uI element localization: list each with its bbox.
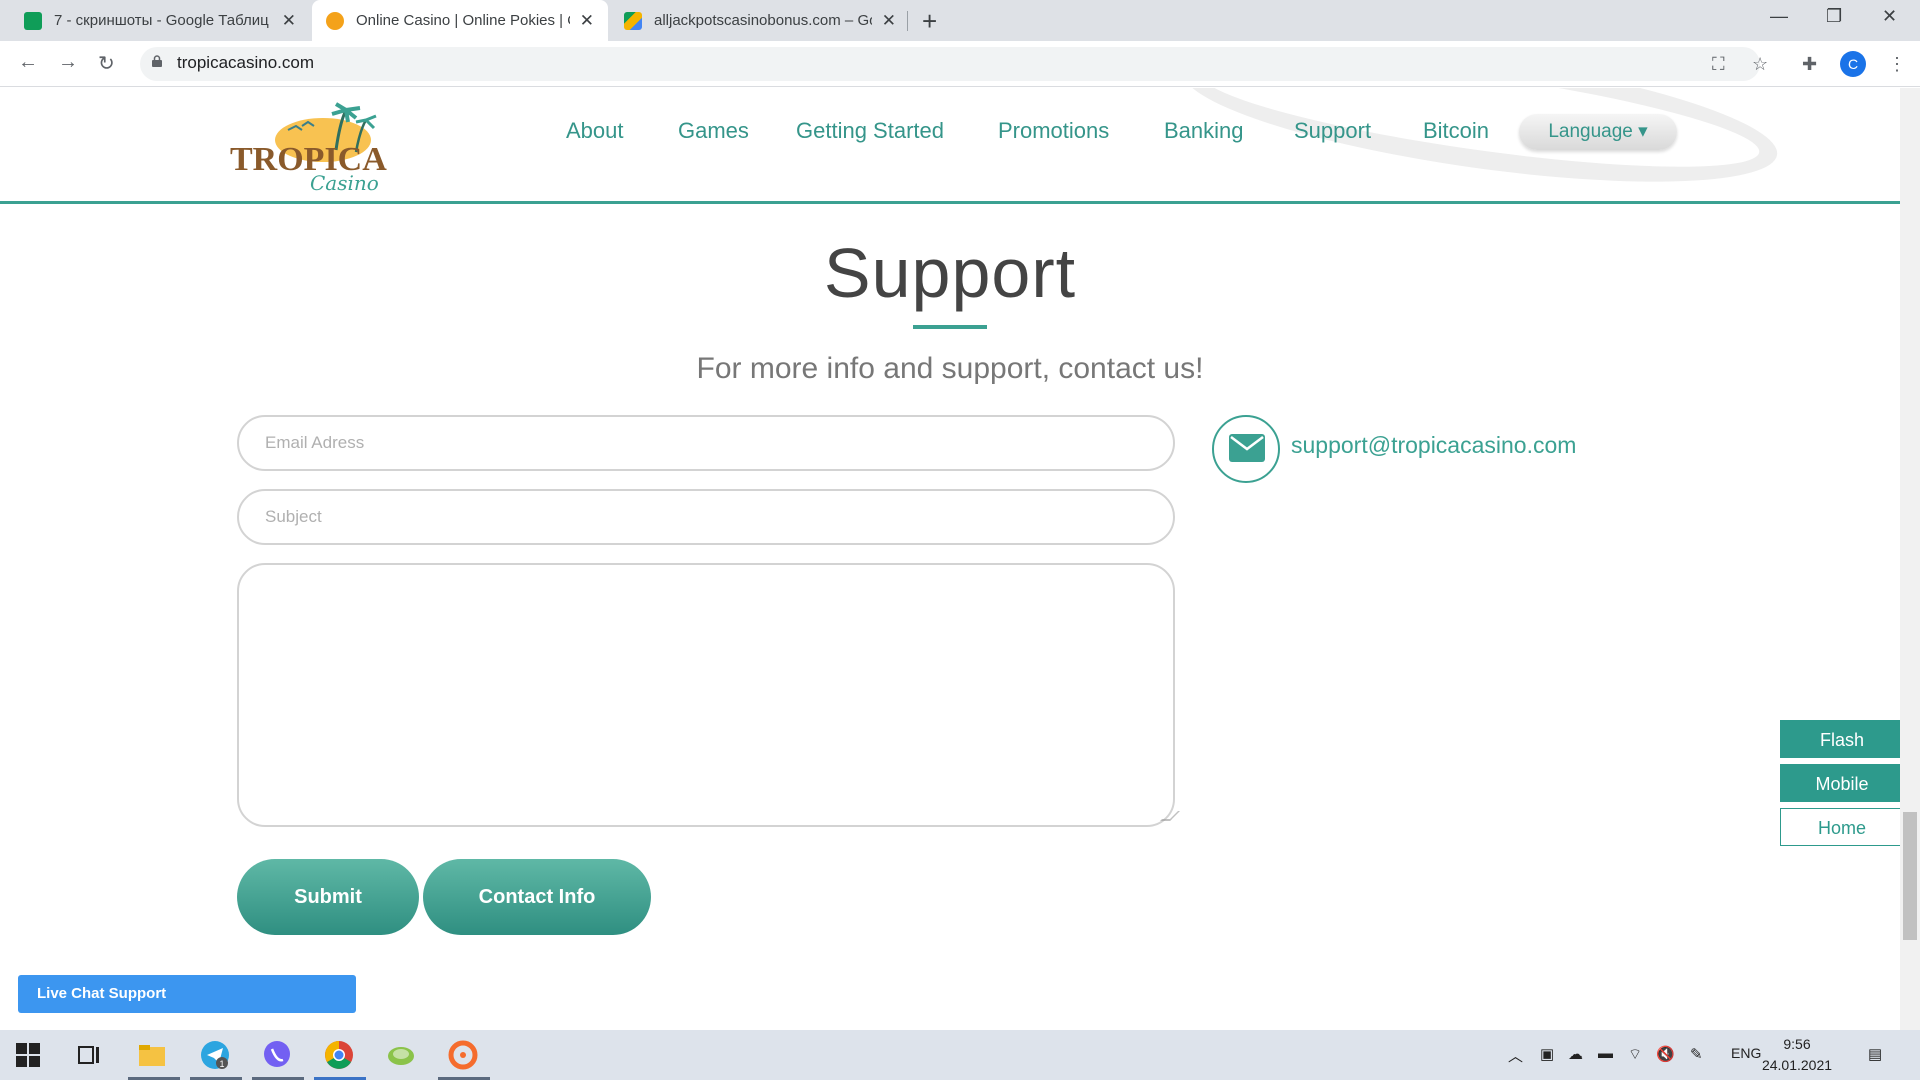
extensions-icon[interactable]: ✚ (1802, 54, 1817, 75)
site-header: TROPICA Casino About Games Getting Start… (0, 88, 1900, 210)
support-email-link[interactable]: support@tropicacasino.com (1291, 432, 1576, 459)
sheets-icon (24, 11, 42, 30)
page-viewport: TROPICA Casino About Games Getting Start… (0, 88, 1900, 1030)
tropica-casino-logo[interactable]: TROPICA Casino (228, 102, 408, 194)
restore-icon[interactable]: ❐ (1826, 6, 1842, 27)
clock-date: 24.01.2021 (1761, 1057, 1833, 1073)
mobile-button[interactable]: Mobile (1780, 764, 1900, 802)
tab-title: 7 - скриншоты - Google Таблиц (54, 12, 269, 29)
translate-icon[interactable]: ⛶ (1712, 54, 1725, 75)
lock-icon[interactable] (152, 55, 162, 67)
task-view-icon[interactable] (77, 1043, 101, 1067)
bookmark-star-icon[interactable]: ☆ (1752, 54, 1768, 75)
live-chat-button[interactable]: Live Chat Support (18, 975, 356, 1013)
decorative-swirl (1175, 88, 1785, 210)
contact-info-button[interactable]: Contact Info (423, 859, 651, 935)
nav-bitcoin[interactable]: Bitcoin (1423, 118, 1489, 144)
scrollbar-thumb[interactable] (1903, 812, 1917, 940)
clock-time: 9:56 (1783, 1036, 1811, 1052)
meet-now-icon[interactable]: ▣ (1540, 1045, 1554, 1063)
telegram-icon[interactable]: 1 (200, 1040, 230, 1070)
wifi-icon[interactable]: ⌔ (1628, 1045, 1642, 1064)
viber-icon[interactable] (262, 1040, 292, 1070)
tab-alljackpots[interactable]: alljackpotscasinobonus.com – Go ✕ (610, 0, 910, 41)
title-underline (913, 325, 987, 329)
system-clock[interactable]: 9:56 24.01.2021 (1752, 1034, 1842, 1076)
submit-button[interactable]: Submit (237, 859, 419, 935)
volume-muted-icon[interactable]: 🔇 (1656, 1045, 1675, 1063)
page-title: Support (823, 234, 1077, 312)
message-textarea[interactable] (237, 563, 1175, 827)
browser-tab-bar: 7 - скриншоты - Google Таблиц ✕ Online C… (0, 0, 1920, 41)
minimize-icon[interactable]: — (1770, 6, 1788, 27)
google-drive-icon (624, 11, 642, 30)
notifications-icon[interactable]: ▤ (1868, 1045, 1882, 1063)
nav-support[interactable]: Support (1294, 118, 1371, 144)
file-explorer-icon[interactable] (137, 1040, 167, 1070)
menu-kebab-icon[interactable]: ⋮ (1888, 54, 1906, 75)
url-text[interactable]: tropicacasino.com (177, 53, 314, 73)
language-dropdown[interactable]: Language ▾ (1519, 114, 1677, 150)
close-tab-icon[interactable]: ✕ (580, 11, 594, 31)
chrome-icon[interactable] (324, 1040, 354, 1070)
tropica-favicon-icon (326, 11, 344, 30)
game-app-icon[interactable] (386, 1040, 416, 1070)
close-tab-icon[interactable]: ✕ (282, 11, 296, 31)
tab-title: alljackpotscasinobonus.com – Go (654, 12, 872, 29)
telegram-badge: 1 (219, 1059, 224, 1069)
svg-text:Casino: Casino (310, 171, 379, 194)
nav-about[interactable]: About (566, 118, 624, 144)
envelope-icon (1229, 434, 1265, 462)
tab-google-sheets[interactable]: 7 - скриншоты - Google Таблиц ✕ (10, 0, 310, 41)
windows-start-icon[interactable] (16, 1043, 40, 1067)
flash-button[interactable]: Flash (1780, 720, 1900, 758)
address-toolbar: ← → ↻ tropicacasino.com ⛶ ☆ ✚ C ⋮ (0, 41, 1920, 87)
nav-promotions[interactable]: Promotions (998, 118, 1109, 144)
nav-banking[interactable]: Banking (1164, 118, 1244, 144)
close-tab-icon[interactable]: ✕ (882, 11, 896, 31)
email-field[interactable]: Email Adress (237, 415, 1175, 471)
reload-icon[interactable]: ↻ (98, 51, 115, 76)
nav-games[interactable]: Games (678, 118, 749, 144)
tab-tropica-casino[interactable]: Online Casino | Online Pokies | O ✕ (312, 0, 608, 41)
windows-taskbar: 1 ︿ ▣ ☁ ▬ ⌔ 🔇 ✎ ENG 9:56 24.01.2021 ▤ (0, 1030, 1920, 1080)
onedrive-icon[interactable]: ☁ (1568, 1045, 1583, 1063)
battery-icon[interactable]: ▬ (1598, 1045, 1613, 1062)
nav-getting-started[interactable]: Getting Started (796, 118, 944, 144)
subject-field[interactable]: Subject (237, 489, 1175, 545)
close-window-icon[interactable]: ✕ (1882, 6, 1897, 27)
forward-icon[interactable]: → (58, 51, 78, 74)
profile-avatar[interactable]: C (1840, 51, 1866, 77)
tab-title: Online Casino | Online Pokies | O (356, 12, 570, 29)
tray-chevron-icon[interactable]: ︿ (1508, 1045, 1523, 1066)
back-icon[interactable]: ← (18, 51, 38, 74)
page-subtitle: For more info and support, contact us! (696, 352, 1204, 385)
pen-icon[interactable]: ✎ (1690, 1045, 1703, 1063)
new-tab-button[interactable]: + (922, 6, 937, 37)
omnibox[interactable] (140, 47, 1760, 81)
origin-icon[interactable] (448, 1040, 478, 1070)
home-button[interactable]: Home (1780, 808, 1900, 846)
